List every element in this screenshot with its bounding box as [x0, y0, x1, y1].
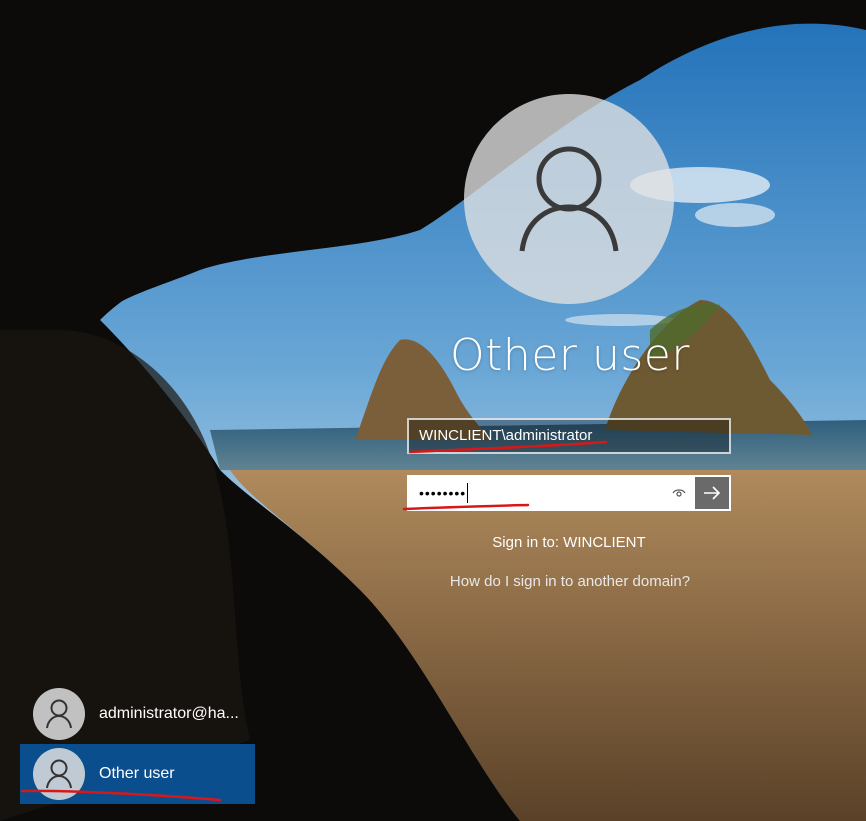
- password-mask: ••••••••: [419, 485, 467, 501]
- user-tile-other-user[interactable]: Other user: [20, 744, 255, 804]
- reveal-password-button[interactable]: [664, 477, 694, 509]
- eye-icon: [672, 489, 686, 497]
- avatar: [33, 688, 85, 740]
- selected-user-name: Other user: [450, 330, 690, 381]
- sign-in-domain-text: Sign in to: WINCLIENT: [492, 534, 646, 551]
- person-icon: [46, 759, 72, 789]
- user-tile-label: administrator@ha...: [99, 705, 239, 722]
- text-caret: [467, 483, 469, 503]
- person-icon: [519, 146, 619, 252]
- username-field[interactable]: WINCLIENT\administrator: [407, 418, 731, 454]
- submit-button[interactable]: [694, 477, 729, 509]
- arrow-right-icon: [704, 486, 721, 500]
- help-link[interactable]: How do I sign in to another domain?: [400, 573, 740, 590]
- user-avatar: [464, 94, 674, 304]
- person-icon: [46, 699, 72, 729]
- password-field[interactable]: ••••••••: [409, 477, 664, 509]
- avatar: [33, 748, 85, 800]
- user-tile-administrator[interactable]: administrator@ha...: [20, 684, 255, 744]
- password-field-container: ••••••••: [407, 475, 731, 511]
- user-tile-label: Other user: [99, 765, 175, 782]
